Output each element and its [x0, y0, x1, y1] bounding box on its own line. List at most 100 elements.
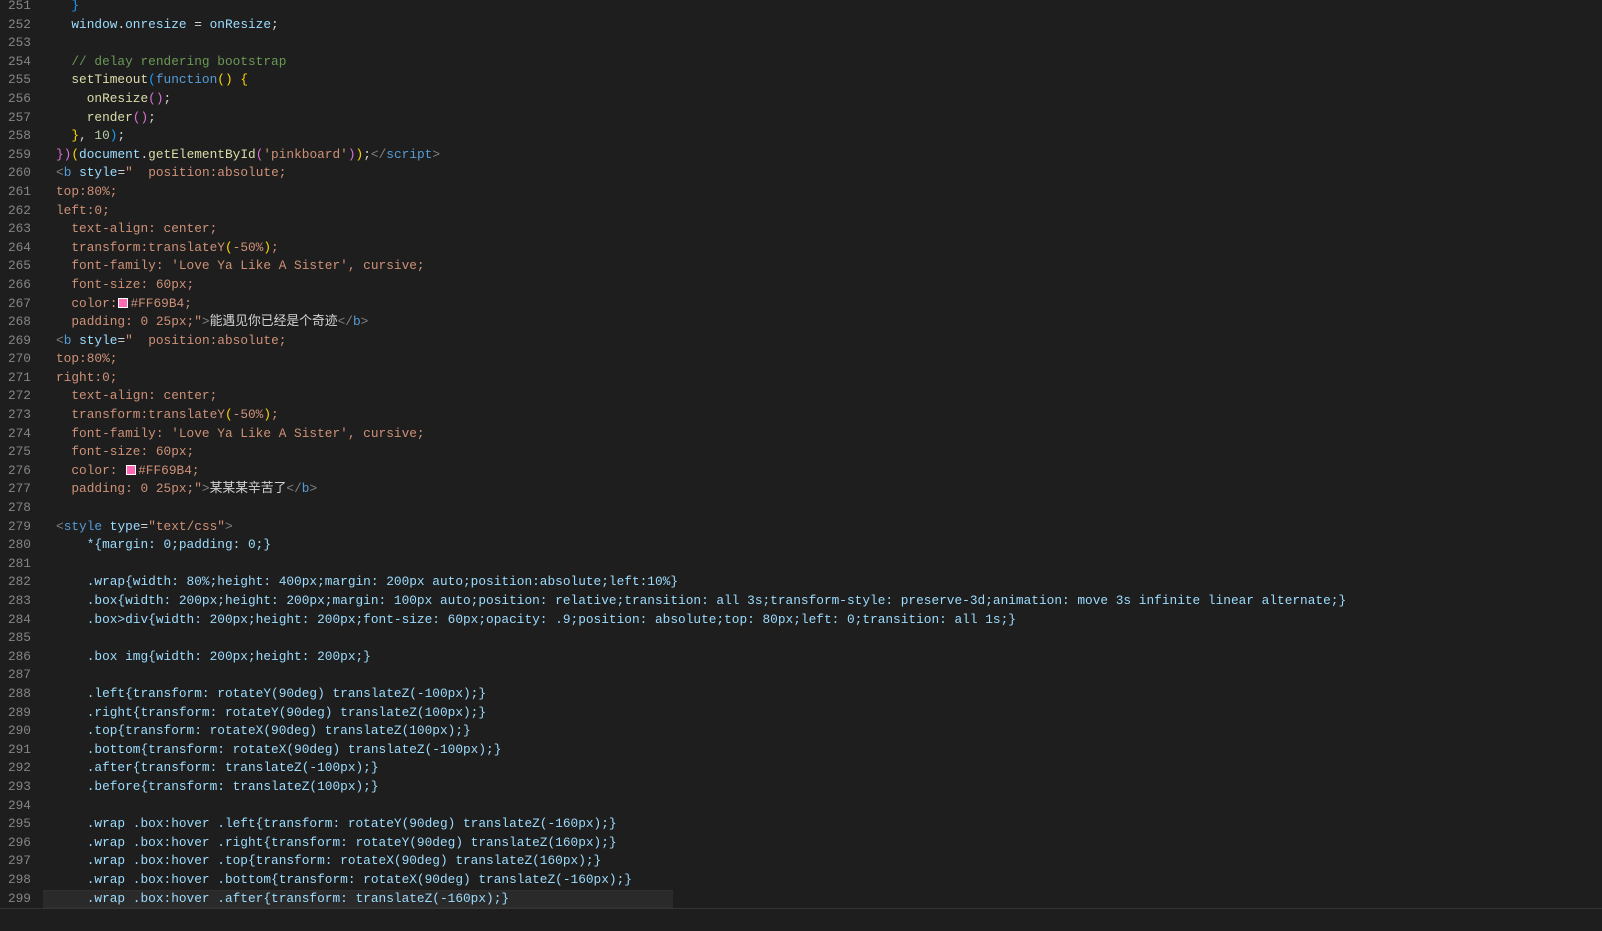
line-number: 289	[7, 704, 31, 720]
code-line[interactable]: 299 .wrap .box:hover .after{transform: t…	[0, 889, 1602, 909]
code-line[interactable]: 271 right:0;	[0, 369, 1602, 388]
line-number: 275	[7, 444, 31, 460]
color-swatch-icon[interactable]	[126, 464, 137, 475]
line-number: 261	[7, 183, 31, 199]
code-line[interactable]: 266 font-size: 60px;	[0, 276, 1602, 295]
code-line[interactable]: 273 transform:translateY(-50%);	[0, 406, 1602, 425]
code-text: font-family: 'Love Ya Like A Sister', cu…	[56, 257, 425, 276]
code-line[interactable]: 288 .left{transform: rotateY(90deg) tran…	[0, 685, 1602, 704]
code-token: " position:absolute;	[125, 165, 287, 181]
code-token: >	[309, 481, 318, 497]
code-token: >	[432, 146, 441, 162]
line-number: 254	[7, 53, 31, 69]
code-line[interactable]: 275 font-size: 60px;	[0, 443, 1602, 462]
css-code-text: .box{width: 200px;height: 200px;margin: …	[56, 593, 1347, 608]
code-token: 某某某辛苦了	[209, 481, 287, 497]
line-number: 295	[7, 816, 31, 832]
code-text: padding: 0 25px;">能遇见你已经是个奇迹</b>	[56, 313, 368, 332]
code-text: onResize();	[56, 90, 171, 109]
color-swatch-icon[interactable]	[118, 297, 129, 308]
code-token: top:80%;	[56, 351, 118, 367]
code-line[interactable]: 287	[0, 666, 1602, 685]
line-number: 268	[7, 314, 31, 330]
code-line[interactable]: 257 render();	[0, 109, 1602, 128]
code-token: ;	[271, 239, 279, 255]
code-token: b	[352, 314, 361, 330]
code-line[interactable]: 274 font-family: 'Love Ya Like A Sister'…	[0, 425, 1602, 444]
css-code-text: .wrap .box:hover .after{transform: trans…	[56, 890, 510, 906]
code-line[interactable]: 289 .right{transform: rotateY(90deg) tra…	[0, 704, 1602, 723]
code-text: <b style=" position:absolute;	[56, 164, 286, 183]
code-line[interactable]: 252 window.onresize = onResize;	[0, 16, 1602, 35]
code-line[interactable]: 269 <b style=" position:absolute;	[0, 332, 1602, 351]
code-line[interactable]: 251 }	[0, 0, 1602, 16]
code-text: // delay rendering bootstrap	[56, 53, 286, 72]
code-token: ;	[148, 109, 156, 125]
code-line[interactable]: 263 text-align: center;	[0, 220, 1602, 239]
code-token: color:	[56, 462, 126, 478]
code-line[interactable]: 292 .after{transform: translateZ(-100px)…	[0, 759, 1602, 778]
line-number: 283	[7, 593, 31, 608]
code-line[interactable]: 281	[0, 555, 1602, 574]
code-token: font-family: 'Love Ya Like A Sister', cu…	[56, 258, 425, 274]
code-line[interactable]: 272 text-align: center;	[0, 387, 1602, 406]
css-code-text: .wrap .box:hover .top{transform: rotateX…	[56, 853, 602, 869]
line-number: 262	[7, 202, 31, 218]
line-number: 274	[7, 425, 31, 441]
code-text: transform:translateY(-50%);	[56, 239, 279, 258]
code-token: })	[56, 146, 72, 162]
code-line[interactable]: 276 color: #FF69B4;	[0, 462, 1602, 481]
code-token: ;	[363, 146, 371, 162]
code-line[interactable]: 279 <style type="text/css">	[0, 518, 1602, 537]
code-line[interactable]: 284 .box>div{width: 200px;height: 200px;…	[0, 611, 1602, 630]
code-line[interactable]: 254 // delay rendering bootstrap	[0, 53, 1602, 72]
code-line[interactable]: 280 *{margin: 0;padding: 0;}	[0, 536, 1602, 555]
code-token: left:0;	[56, 202, 110, 218]
code-line[interactable]: 259})(document.getElementById('pinkboard…	[0, 146, 1602, 165]
code-text: text-align: center;	[56, 387, 217, 406]
line-number: 282	[7, 574, 31, 590]
code-token: (	[224, 239, 233, 255]
code-line[interactable]: 255 setTimeout(function() {	[0, 71, 1602, 90]
code-line[interactable]: 283 .box{width: 200px;height: 200px;marg…	[0, 592, 1602, 611]
code-line[interactable]: 268 padding: 0 25px;">能遇见你已经是个奇迹</b>	[0, 313, 1602, 332]
code-line[interactable]: 258 }, 10);	[0, 127, 1602, 146]
code-line[interactable]: 294	[0, 797, 1602, 816]
editor-bottom-border	[0, 908, 1602, 909]
code-line[interactable]: 267 color: #FF69B4;	[0, 295, 1602, 314]
code-line[interactable]: 291 .bottom{transform: rotateX(90deg) tr…	[0, 741, 1602, 760]
code-line[interactable]: 286 .box img{width: 200px;height: 200px;…	[0, 648, 1602, 667]
code-token: transform:translateY	[56, 239, 225, 255]
code-line[interactable]: 253	[0, 34, 1602, 53]
line-number: 264	[7, 239, 31, 255]
code-line[interactable]: 270 top:80%;	[0, 350, 1602, 369]
code-line[interactable]: 256 onResize();	[0, 90, 1602, 109]
code-line[interactable]: 260 <b style=" position:absolute;	[0, 164, 1602, 183]
code-token: }	[71, 128, 80, 144]
code-token: " position:absolute;	[125, 332, 287, 348]
code-token: ()	[217, 72, 233, 88]
code-line[interactable]: 262 left:0;	[0, 202, 1602, 221]
code-line[interactable]: 295 .wrap .box:hover .left{transform: ro…	[0, 815, 1602, 834]
code-token: </	[370, 146, 387, 162]
code-line[interactable]: 277 padding: 0 25px;">某某某辛苦了</b>	[0, 480, 1602, 499]
code-line[interactable]: 261 top:80%;	[0, 183, 1602, 202]
line-number: 278	[7, 500, 31, 516]
code-line[interactable]: 265 font-family: 'Love Ya Like A Sister'…	[0, 257, 1602, 276]
code-line[interactable]: 297 .wrap .box:hover .top{transform: rot…	[0, 852, 1602, 871]
code-line[interactable]: 293 .before{transform: translateZ(100px)…	[0, 778, 1602, 797]
code-line[interactable]: 278	[0, 499, 1602, 518]
line-number: 255	[7, 72, 31, 88]
code-token: transform:translateY	[56, 407, 225, 423]
code-line[interactable]: 290 .top{transform: rotateX(90deg) trans…	[0, 722, 1602, 741]
code-line[interactable]: 282 .wrap{width: 80%;height: 400px;margi…	[0, 573, 1602, 592]
code-line[interactable]: 298 .wrap .box:hover .bottom{transform: …	[0, 871, 1602, 890]
code-token: #FF69B4;	[138, 462, 200, 478]
code-line[interactable]: 264 transform:translateY(-50%);	[0, 239, 1602, 258]
code-line[interactable]: 285	[0, 629, 1602, 648]
code-text: left:0;	[56, 202, 110, 221]
code-line[interactable]: 296 .wrap .box:hover .right{transform: r…	[0, 834, 1602, 853]
code-editor[interactable]: 251 } 252 window.onresize = onResize; 253 2…	[0, 0, 1602, 909]
